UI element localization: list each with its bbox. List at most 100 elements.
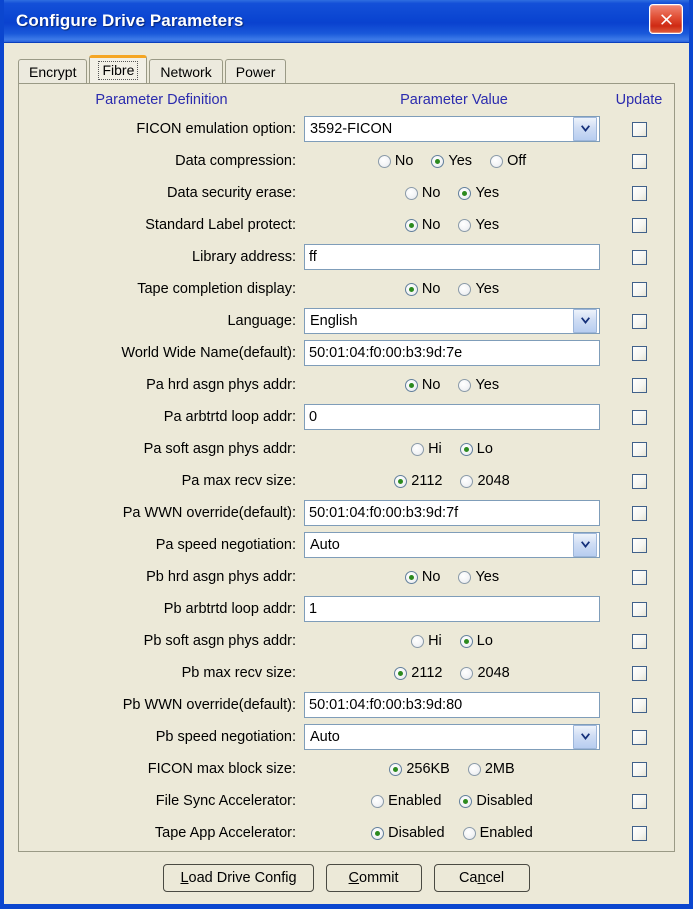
radio-option-enabled[interactable]: Enabled [371,793,441,809]
radio-indicator[interactable] [458,218,472,232]
radio-indicator[interactable] [404,282,418,296]
radio-option-no[interactable]: No [404,217,440,233]
radio-indicator[interactable] [411,634,425,648]
update-checkbox-pb-max-recv-size[interactable] [631,665,647,681]
radio-indicator[interactable] [462,826,476,840]
chevron-down-icon[interactable] [573,117,597,141]
radio-indicator[interactable] [371,794,385,808]
radio-indicator[interactable] [459,794,473,808]
update-checkbox-pa-soft-asgn-phys-addr[interactable] [631,441,647,457]
tab-encrypt[interactable]: Encrypt [18,59,88,83]
radio-option-no[interactable]: No [404,377,440,393]
update-checkbox-pa-hrd-asgn-phys-addr[interactable] [631,377,647,393]
radio-option-no[interactable]: No [404,185,440,201]
update-checkbox-world-wide-name-default[interactable] [631,345,647,361]
radio-option-yes[interactable]: Yes [458,377,499,393]
update-checkbox-pb-soft-asgn-phys-addr[interactable] [631,633,647,649]
update-checkbox-language[interactable] [631,313,647,329]
tab-network[interactable]: Network [149,59,223,83]
radio-indicator[interactable] [404,570,418,584]
radio-indicator[interactable] [404,186,418,200]
radio-option-yes[interactable]: Yes [458,185,499,201]
tab-fibre[interactable]: Fibre [89,55,148,83]
update-checkbox-standard-label-protect[interactable] [631,217,647,233]
update-checkbox-data-security-erase[interactable] [631,185,647,201]
update-checkbox-pa-speed-negotiation[interactable] [631,537,647,553]
update-checkbox-file-sync-accelerator[interactable] [631,793,647,809]
radio-option-off[interactable]: Off [490,153,526,169]
radio-indicator[interactable] [458,282,472,296]
update-checkbox-data-compression[interactable] [631,153,647,169]
radio-indicator[interactable] [404,218,418,232]
radio-option-lo[interactable]: Lo [459,441,493,457]
update-checkbox-pa-arbtrtd-loop-addr[interactable] [631,409,647,425]
input-pb-wwn-override-default[interactable] [304,692,600,718]
combobox-pa-speed-negotiation[interactable]: Auto [304,532,600,558]
radio-option-yes[interactable]: Yes [458,569,499,585]
commit-button[interactable]: Commit [325,864,422,892]
chevron-down-icon[interactable] [573,309,597,333]
combobox-ficon-emulation-option[interactable]: 3592-FICON [304,116,600,142]
input-pa-arbtrtd-loop-addr[interactable] [304,404,600,430]
chevron-down-icon[interactable] [573,725,597,749]
chevron-down-icon[interactable] [573,533,597,557]
radio-option-2048[interactable]: 2048 [460,473,510,489]
close-icon[interactable] [649,4,683,34]
update-checkbox-pa-wwn-override-default[interactable] [631,505,647,521]
input-pa-wwn-override-default[interactable] [304,500,600,526]
radio-indicator[interactable] [490,154,504,168]
radio-option-2112[interactable]: 2112 [394,473,442,489]
update-checkbox-pb-speed-negotiation[interactable] [631,729,647,745]
update-checkbox-pb-wwn-override-default[interactable] [631,697,647,713]
cancel-button[interactable]: Ca n cel [433,864,530,892]
radio-indicator[interactable] [389,762,403,776]
radio-indicator[interactable] [377,154,391,168]
update-checkbox-ficon-emulation-option[interactable] [631,121,647,137]
update-checkbox-library-address[interactable] [631,249,647,265]
radio-indicator[interactable] [394,666,408,680]
radio-indicator[interactable] [459,442,473,456]
radio-option-yes[interactable]: Yes [458,281,499,297]
radio-indicator[interactable] [411,442,425,456]
radio-indicator[interactable] [459,634,473,648]
update-checkbox-pb-arbtrtd-loop-addr[interactable] [631,601,647,617]
radio-indicator[interactable] [460,474,474,488]
radio-indicator[interactable] [467,762,481,776]
input-pb-arbtrtd-loop-addr[interactable] [304,596,600,622]
update-checkbox-ficon-max-block-size[interactable] [631,761,647,777]
radio-option-2mb[interactable]: 2MB [467,761,515,777]
radio-option-yes[interactable]: Yes [458,217,499,233]
radio-option-disabled[interactable]: Disabled [371,825,445,841]
radio-indicator[interactable] [394,474,408,488]
input-world-wide-name-default[interactable] [304,340,600,366]
tab-power[interactable]: Power [224,59,287,83]
radio-option-hi[interactable]: Hi [411,633,442,649]
radio-option-hi[interactable]: Hi [411,441,442,457]
radio-indicator[interactable] [431,154,445,168]
radio-indicator[interactable] [460,666,474,680]
update-checkbox-pa-max-recv-size[interactable] [631,473,647,489]
combobox-language[interactable]: English [304,308,600,334]
radio-option-enabled[interactable]: Enabled [462,825,533,841]
column-header-row: Parameter Definition Parameter Value Upd… [19,84,674,113]
load-drive-config-button[interactable]: Load Drive Config [163,864,314,892]
radio-indicator[interactable] [404,378,418,392]
update-checkbox-tape-app-accelerator[interactable] [631,825,647,841]
radio-option-yes[interactable]: Yes [431,153,472,169]
radio-indicator[interactable] [458,570,472,584]
radio-option-no[interactable]: No [404,281,440,297]
input-library-address[interactable] [304,244,600,270]
radio-option-disabled[interactable]: Disabled [459,793,533,809]
radio-indicator[interactable] [458,378,472,392]
radio-option-2048[interactable]: 2048 [460,665,510,681]
update-checkbox-pb-hrd-asgn-phys-addr[interactable] [631,569,647,585]
radio-option-256kb[interactable]: 256KB [389,761,450,777]
update-checkbox-tape-completion-display[interactable] [631,281,647,297]
radio-indicator[interactable] [371,826,385,840]
radio-option-no[interactable]: No [404,569,440,585]
radio-indicator[interactable] [458,186,472,200]
radio-option-lo[interactable]: Lo [459,633,493,649]
radio-option-no[interactable]: No [377,153,413,169]
radio-option-2112[interactable]: 2112 [394,665,442,681]
combobox-pb-speed-negotiation[interactable]: Auto [304,724,600,750]
